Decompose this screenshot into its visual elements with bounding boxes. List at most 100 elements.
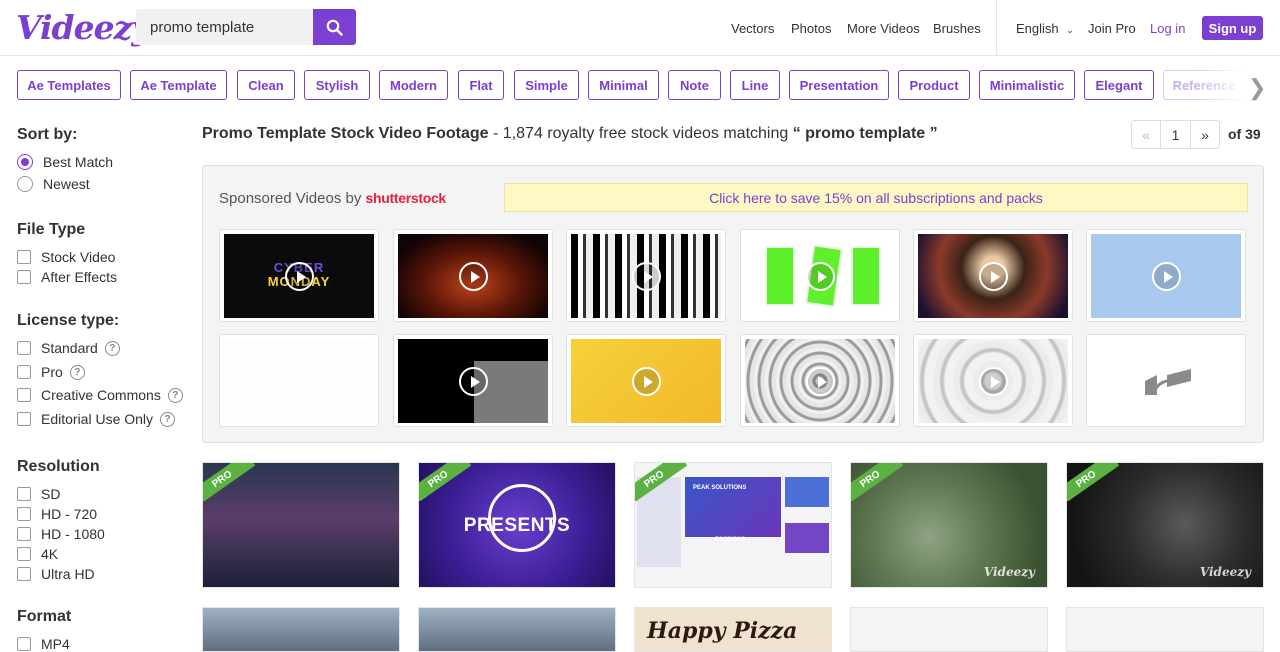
tag-minimal[interactable]: Minimal	[588, 70, 659, 100]
video-card[interactable]	[1066, 607, 1264, 652]
radio-checked[interactable]	[17, 154, 33, 170]
file-type-heading: File Type	[17, 221, 86, 238]
play-icon[interactable]	[1152, 262, 1181, 291]
tag-minimalistic[interactable]: Minimalistic	[979, 70, 1075, 100]
video-card[interactable]: PRO	[202, 462, 400, 588]
filter-standard[interactable]: Standard?	[17, 340, 120, 356]
sponsored-video[interactable]	[393, 229, 553, 322]
sponsored-video[interactable]	[1086, 229, 1246, 322]
filter-label: Standard	[41, 340, 98, 356]
sponsored-video[interactable]	[740, 334, 900, 427]
filter-editorial[interactable]: Editorial Use Only?	[17, 411, 176, 427]
video-card[interactable]: Videezy PRO	[1066, 462, 1264, 588]
play-icon[interactable]	[979, 367, 1008, 396]
sponsored-video[interactable]	[1086, 334, 1246, 427]
logo[interactable]: Videezy	[16, 8, 151, 47]
nav-brushes[interactable]: Brushes	[933, 21, 981, 36]
search-input[interactable]	[136, 9, 314, 45]
checkbox[interactable]	[17, 341, 31, 355]
video-card[interactable]	[418, 607, 616, 652]
nav-vectors[interactable]: Vectors	[731, 21, 774, 36]
sponsored-video[interactable]	[913, 334, 1073, 427]
filter-hd-720[interactable]: HD - 720	[17, 506, 97, 522]
play-icon[interactable]	[806, 262, 835, 291]
tag-elegant[interactable]: Elegant	[1084, 70, 1154, 100]
tag-product[interactable]: Product	[898, 70, 970, 100]
video-card[interactable]: PRESENTS PRO	[418, 462, 616, 588]
video-card[interactable]: PEAK SOLUTIONS DIVISIONS PRO	[634, 462, 832, 588]
login-link[interactable]: Log in	[1150, 21, 1185, 36]
video-card[interactable]	[850, 607, 1048, 652]
tag-modern[interactable]: Modern	[379, 70, 448, 100]
shutterstock-logo[interactable]: shutterstock	[366, 190, 447, 206]
chevron-right-icon[interactable]: ❯	[1248, 75, 1266, 101]
play-icon[interactable]	[459, 262, 488, 291]
tag-stylish[interactable]: Stylish	[304, 70, 370, 100]
play-icon[interactable]	[979, 262, 1008, 291]
play-icon[interactable]	[285, 262, 314, 291]
video-card[interactable]: Happy Pizza	[634, 607, 832, 652]
next-page-button[interactable]: »	[1191, 121, 1219, 148]
filter-creative-commons[interactable]: Creative Commons?	[17, 387, 183, 403]
help-icon[interactable]: ?	[104, 340, 120, 356]
filter-ultra-hd[interactable]: Ultra HD	[17, 566, 95, 582]
prev-page-button[interactable]: «	[1132, 121, 1161, 148]
play-icon[interactable]	[632, 262, 661, 291]
nav-photos[interactable]: Photos	[791, 21, 831, 36]
tag-ae-templates[interactable]: Ae Templates	[17, 70, 121, 100]
nav-more-videos[interactable]: More Videos	[847, 21, 920, 36]
help-icon[interactable]: ?	[69, 364, 85, 380]
checkbox[interactable]	[17, 547, 31, 561]
filter-hd-1080[interactable]: HD - 1080	[17, 526, 105, 542]
sort-newest[interactable]: Newest	[17, 176, 90, 192]
sponsored-video[interactable]	[740, 229, 900, 322]
tag-flat[interactable]: Flat	[458, 70, 504, 100]
help-icon[interactable]: ?	[167, 387, 183, 403]
join-pro-link[interactable]: Join Pro	[1088, 21, 1136, 36]
sponsored-video[interactable]: CYBER MONDAY	[219, 229, 379, 322]
search-button[interactable]	[313, 9, 356, 45]
signup-button[interactable]: Sign up	[1202, 16, 1263, 40]
video-card[interactable]: Videezy PRO	[850, 462, 1048, 588]
sponsored-video[interactable]	[913, 229, 1073, 322]
checkbox[interactable]	[17, 487, 31, 501]
checkbox[interactable]	[17, 637, 31, 651]
filter-after-effects[interactable]: After Effects	[17, 269, 117, 285]
language-select[interactable]: English ⌄	[1016, 21, 1074, 36]
card-text: Happy Pizza	[647, 618, 798, 644]
tag-line[interactable]: Line	[730, 70, 780, 100]
tag-ae-template[interactable]: Ae Template	[130, 70, 227, 100]
sponsored-video[interactable]	[566, 229, 726, 322]
checkbox[interactable]	[17, 250, 31, 264]
sponsored-video[interactable]	[566, 334, 726, 427]
filter-pro[interactable]: Pro?	[17, 364, 85, 380]
filter-mp4[interactable]: MP4	[17, 636, 70, 652]
play-icon[interactable]	[806, 367, 835, 396]
checkbox[interactable]	[17, 527, 31, 541]
help-icon[interactable]: ?	[160, 411, 176, 427]
pro-badge: PRO	[419, 463, 477, 501]
radio-unchecked[interactable]	[17, 176, 33, 192]
filter-stock-video[interactable]: Stock Video	[17, 249, 115, 265]
play-icon[interactable]	[632, 367, 661, 396]
checkbox[interactable]	[17, 365, 31, 379]
tag-note[interactable]: Note	[668, 70, 721, 100]
play-icon[interactable]	[459, 367, 488, 396]
tag-simple[interactable]: Simple	[514, 70, 579, 100]
filter-4k[interactable]: 4K	[17, 546, 58, 562]
tag-clean[interactable]: Clean	[237, 70, 295, 100]
tag-presentation[interactable]: Presentation	[789, 70, 889, 100]
promo-banner[interactable]: Click here to save 15% on all subscripti…	[504, 183, 1248, 212]
filter-label: SD	[41, 486, 61, 502]
filter-sd[interactable]: SD	[17, 486, 60, 502]
checkbox[interactable]	[17, 507, 31, 521]
sponsored-video[interactable]	[393, 334, 553, 427]
sort-best-match[interactable]: Best Match	[17, 154, 113, 170]
video-card[interactable]	[202, 607, 400, 652]
checkbox[interactable]	[17, 412, 31, 426]
checkbox[interactable]	[17, 567, 31, 581]
page-number-input[interactable]: 1	[1161, 121, 1191, 148]
checkbox[interactable]	[17, 270, 31, 284]
sponsored-video[interactable]	[219, 334, 379, 427]
checkbox[interactable]	[17, 388, 31, 402]
